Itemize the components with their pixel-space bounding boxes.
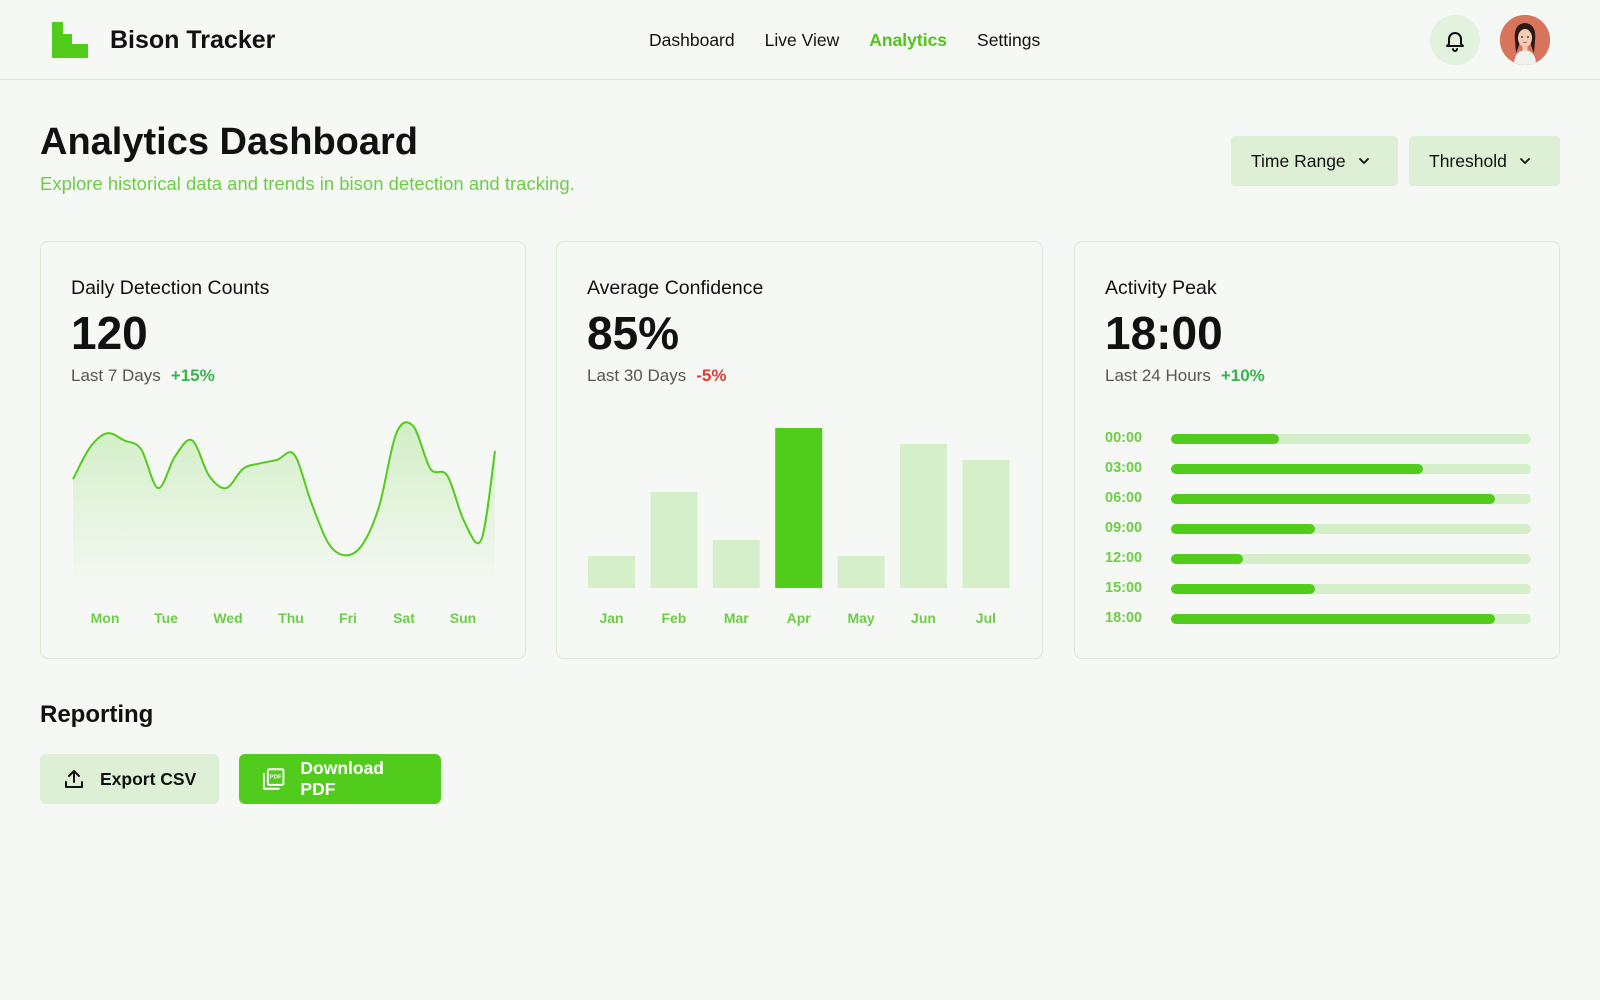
bar — [650, 492, 698, 588]
average-confidence-card: Average Confidence 85% Last 30 Days -5% … — [556, 241, 1043, 659]
hour-bar-fill — [1171, 494, 1495, 504]
activity-peak-card: Activity Peak 18:00 Last 24 Hours +10% 0… — [1074, 241, 1560, 659]
bar — [588, 556, 635, 588]
x-tick-label: Tue — [154, 610, 178, 626]
nav-settings[interactable]: Settings — [977, 28, 1040, 52]
card-title: Activity Peak — [1105, 277, 1217, 299]
main-nav: Dashboard Live View Analytics Settings — [649, 28, 1070, 52]
x-tick-label: Wed — [213, 610, 242, 626]
hour-track — [1171, 614, 1531, 624]
hour-bar-fill — [1171, 464, 1423, 474]
bar — [712, 540, 760, 588]
page-title: Analytics Dashboard — [40, 121, 418, 163]
time-range-dropdown[interactable]: Time Range — [1231, 136, 1398, 186]
export-csv-label: Export CSV — [100, 768, 197, 789]
card-period: Last 24 Hours — [1105, 366, 1211, 385]
x-tick-label: Fri — [339, 610, 357, 626]
chevron-down-icon — [1358, 158, 1369, 164]
upload-icon — [65, 770, 83, 788]
top-navigation-bar: Bison Tracker Dashboard Live View Analyt… — [0, 0, 1600, 80]
hour-row: 09:00 — [1105, 518, 1531, 538]
avatar-image — [1500, 15, 1550, 65]
x-tick-label: Jul — [976, 610, 996, 626]
hour-bar-fill — [1171, 434, 1279, 444]
x-tick-label: Apr — [787, 610, 812, 626]
hour-label: 18:00 — [1105, 610, 1143, 626]
hour-label: 00:00 — [1105, 430, 1143, 446]
x-tick-label: Mon — [91, 610, 120, 626]
area-fill — [73, 422, 495, 589]
export-csv-button[interactable]: Export CSV — [40, 754, 219, 804]
hour-bar-fill — [1171, 554, 1243, 564]
hour-label: 06:00 — [1105, 490, 1143, 506]
hour-row: 03:00 — [1105, 458, 1531, 478]
pdf-icon: PDF — [262, 768, 285, 790]
reporting-title: Reporting — [40, 701, 154, 728]
average-confidence-chart: Jan Feb Mar Apr May Jun Jul — [588, 428, 1010, 626]
nav-analytics[interactable]: Analytics — [869, 28, 947, 52]
hour-bar-fill — [1171, 524, 1315, 534]
chevron-down-icon — [1519, 158, 1530, 164]
nav-dashboard[interactable]: Dashboard — [649, 28, 735, 52]
time-range-label: Time Range — [1251, 150, 1346, 171]
hour-track — [1171, 464, 1531, 474]
hour-label: 03:00 — [1105, 460, 1143, 476]
hour-row: 00:00 — [1105, 428, 1531, 448]
brand-name: Bison Tracker — [110, 25, 276, 54]
daily-detection-chart: Mon Tue Wed Thu Fri Sat Sun — [72, 421, 496, 626]
brand[interactable]: Bison Tracker — [52, 22, 275, 58]
hour-row: 12:00 — [1105, 548, 1531, 568]
hour-track — [1171, 554, 1531, 564]
hour-track — [1171, 494, 1531, 504]
hour-row: 18:00 — [1105, 608, 1531, 628]
card-meta: Last 24 Hours +10% — [1105, 366, 1265, 386]
bar — [837, 556, 885, 588]
x-tick-label: Mar — [724, 610, 749, 626]
daily-detection-card: Daily Detection Counts 120 Last 7 Days +… — [40, 241, 526, 659]
hour-track — [1171, 434, 1531, 444]
svg-text:PDF: PDF — [270, 775, 282, 781]
x-tick-label: Jan — [599, 610, 623, 626]
user-avatar[interactable] — [1500, 15, 1550, 65]
download-pdf-button[interactable]: PDF Download PDF — [239, 754, 441, 804]
hour-label: 12:00 — [1105, 550, 1143, 566]
hour-track — [1171, 524, 1531, 534]
x-tick-label: Sun — [450, 610, 476, 626]
hour-track — [1171, 584, 1531, 594]
x-tick-label: May — [847, 610, 874, 626]
bar — [900, 444, 947, 588]
threshold-label: Threshold — [1429, 150, 1507, 171]
x-tick-label: Feb — [661, 610, 686, 626]
hour-bar-fill — [1171, 584, 1315, 594]
download-pdf-label: Download PDF — [300, 758, 384, 799]
hour-row: 06:00 — [1105, 488, 1531, 508]
card-delta: +10% — [1220, 366, 1265, 385]
x-tick-label: Jun — [911, 610, 936, 626]
nav-live-view[interactable]: Live View — [765, 28, 840, 52]
bison-tracker-logo-icon — [52, 22, 88, 58]
hour-label: 09:00 — [1105, 520, 1143, 536]
x-tick-label: Sat — [393, 610, 415, 626]
card-value: 18:00 — [1105, 307, 1223, 359]
bell-icon — [1446, 32, 1464, 52]
x-tick-label: Thu — [278, 610, 304, 626]
bar — [962, 460, 1010, 588]
threshold-dropdown[interactable]: Threshold — [1409, 136, 1560, 186]
hour-row: 15:00 — [1105, 578, 1531, 598]
hour-label: 15:00 — [1105, 580, 1143, 596]
page-subtitle: Explore historical data and trends in bi… — [40, 173, 575, 194]
bar — [775, 428, 823, 588]
hour-bar-fill — [1171, 614, 1495, 624]
notifications-button[interactable] — [1430, 15, 1480, 65]
